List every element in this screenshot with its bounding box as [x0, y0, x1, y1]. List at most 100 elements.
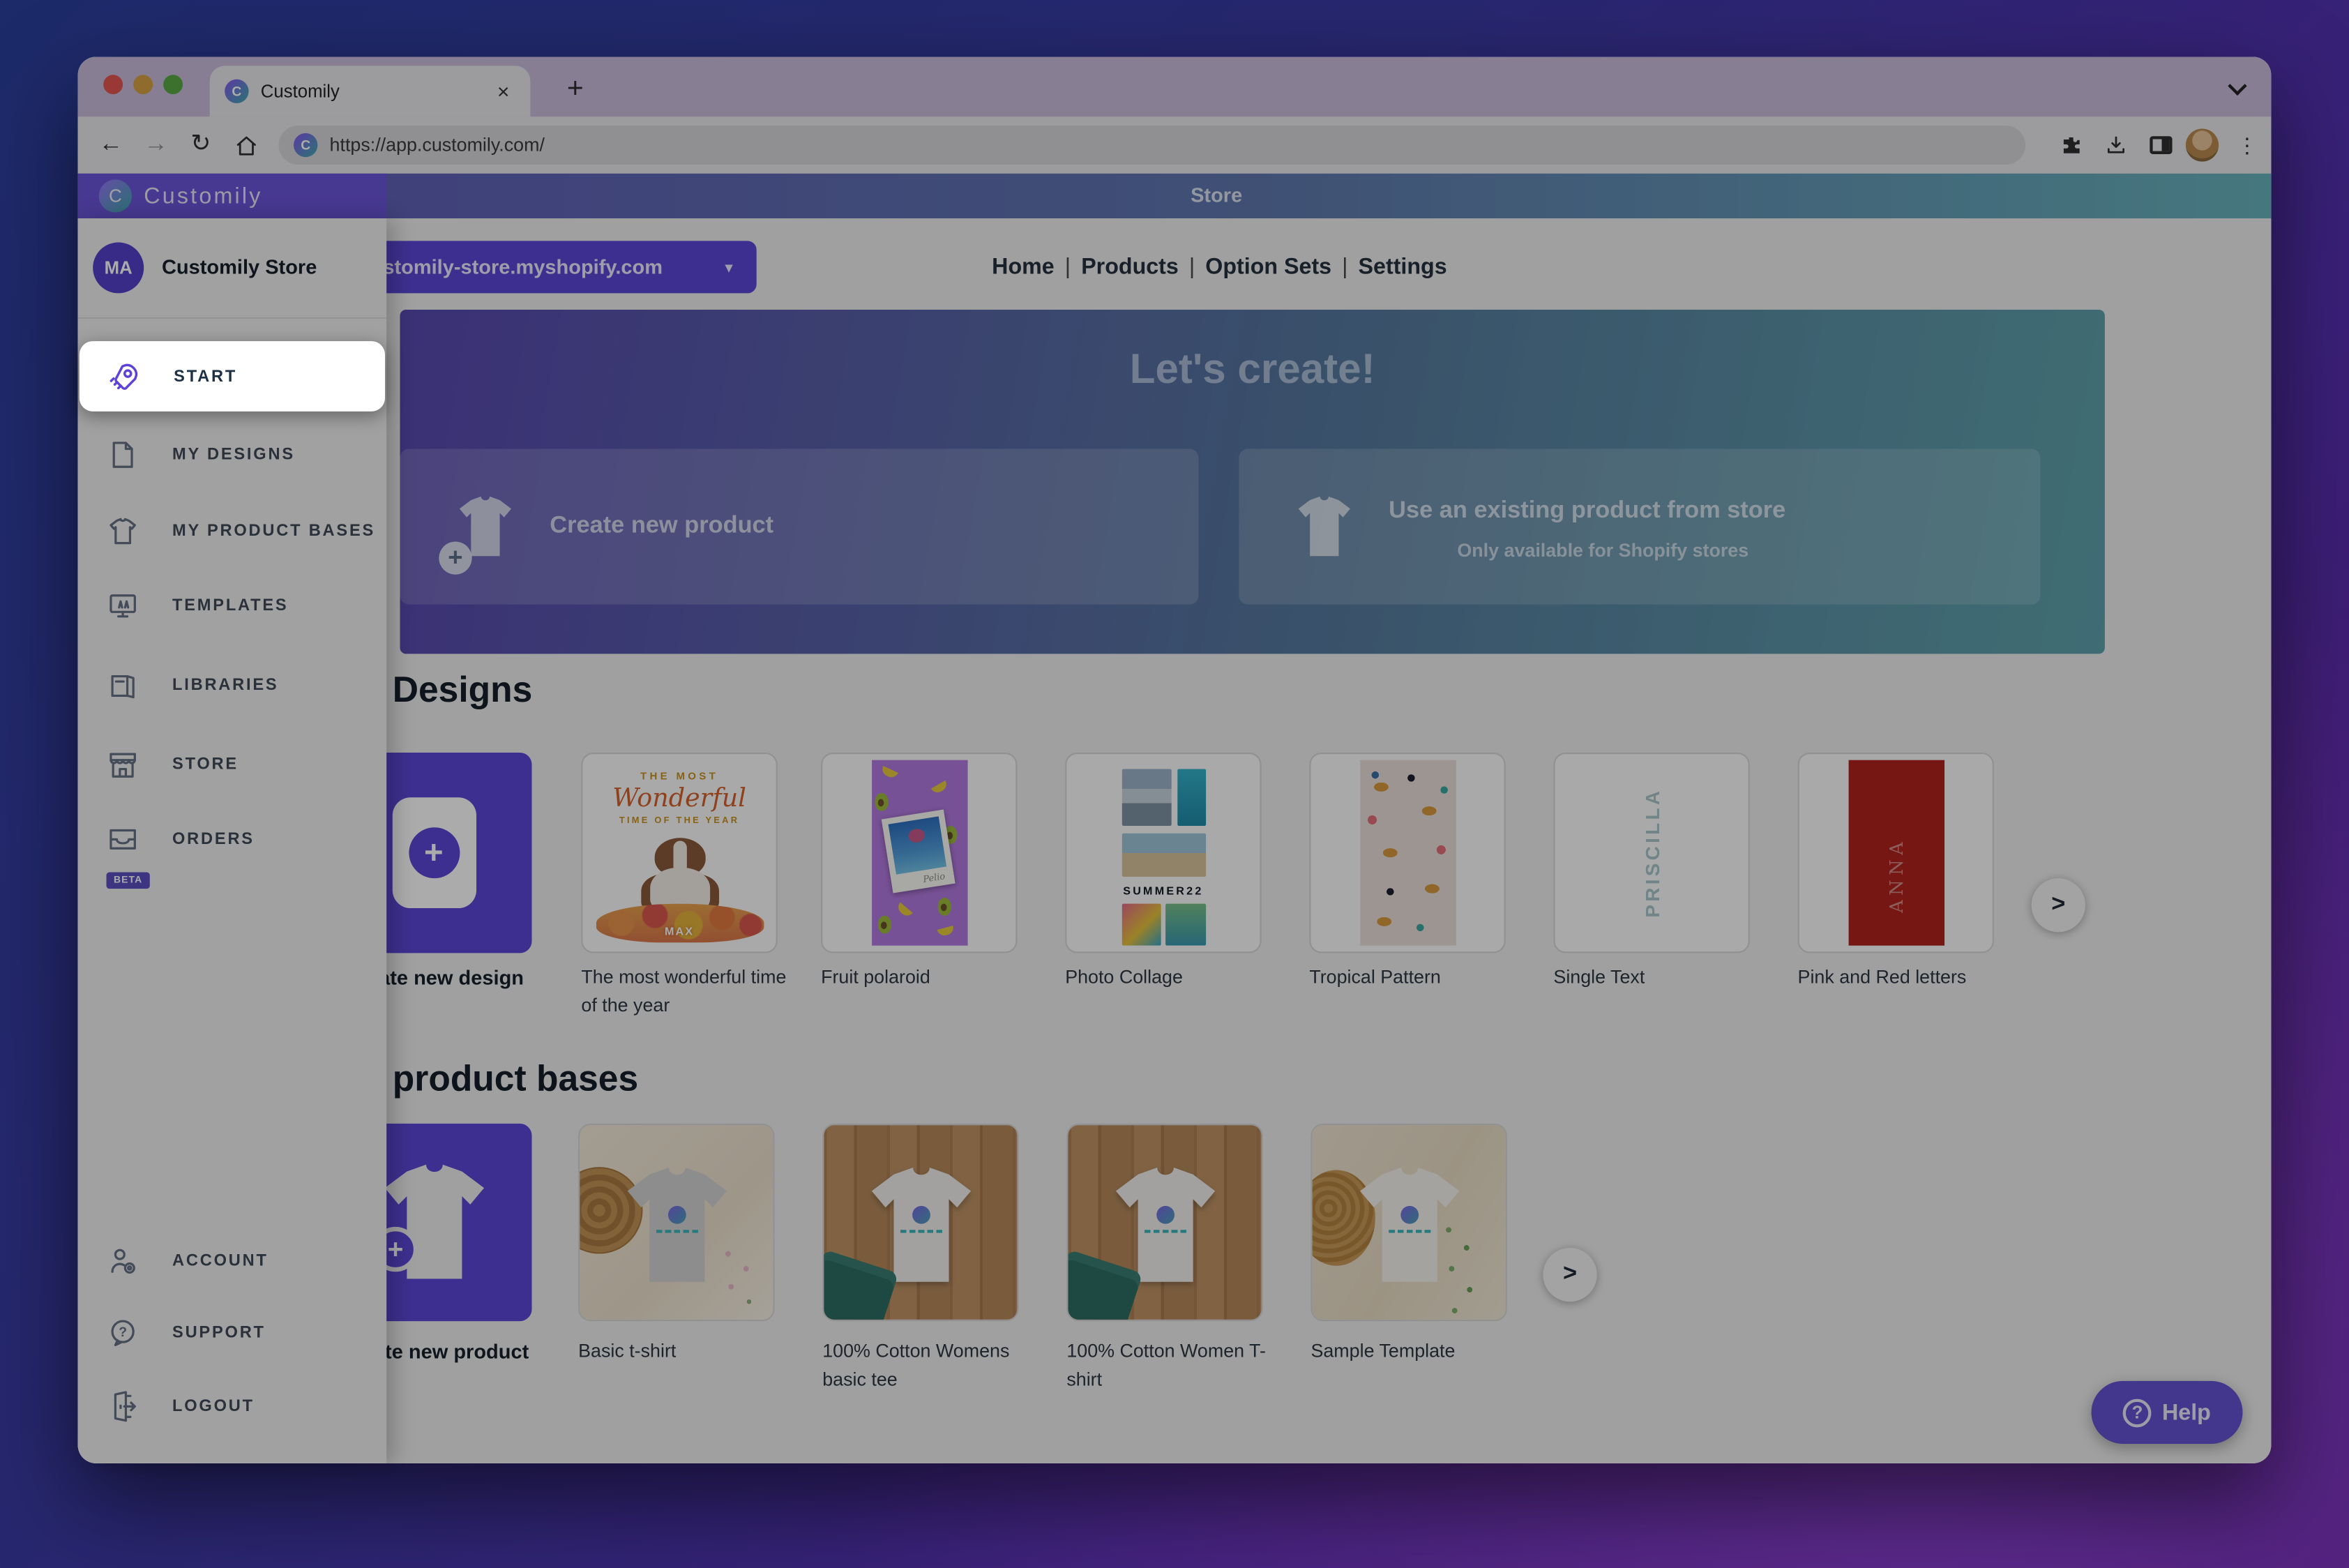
- design-art-text: ANNA: [1885, 838, 1906, 913]
- nav-separator: |: [1342, 255, 1347, 280]
- design-art: ANNA: [1848, 760, 1944, 946]
- orders-beta-badge: BETA: [107, 873, 150, 889]
- sidebar-item-logout[interactable]: LOGOUT: [78, 1376, 386, 1436]
- help-button[interactable]: ? Help: [2092, 1381, 2243, 1444]
- product-photo: [824, 1125, 1017, 1320]
- tab-search-chevron-icon[interactable]: [2228, 77, 2246, 96]
- design-card[interactable]: Pelio: [821, 753, 1017, 953]
- sidebar-item-account[interactable]: ACCOUNT: [78, 1231, 386, 1291]
- use-existing-product-card[interactable]: Use an existing product from store Only …: [1239, 449, 2040, 605]
- plus-icon: +: [439, 542, 471, 575]
- logout-door-icon: [105, 1389, 141, 1424]
- sidebar-item-label: ACCOUNT: [172, 1252, 269, 1270]
- design-art-text: MAX: [583, 925, 776, 938]
- banner-title: Let's create!: [400, 346, 2105, 394]
- url-text: https://app.customily.com/: [330, 135, 545, 156]
- sidebar-item-label: SUPPORT: [172, 1324, 266, 1342]
- plus-icon: +: [408, 827, 459, 878]
- sidebar-item-store[interactable]: STORE: [78, 734, 386, 794]
- home-button[interactable]: [227, 127, 264, 163]
- svg-text:?: ?: [119, 1325, 127, 1340]
- file-icon: [105, 437, 141, 472]
- sidebar-item-libraries[interactable]: LIBRARIES: [78, 656, 386, 716]
- design-art-text: SUMMER22: [1115, 884, 1211, 898]
- sidebar-item-label: TEMPLATES: [172, 597, 288, 615]
- sidebar-item-support[interactable]: ? SUPPORT: [78, 1303, 386, 1363]
- inbox-icon: [105, 822, 141, 857]
- product-base-card[interactable]: [1066, 1124, 1262, 1321]
- browser-tab[interactable]: C Customily ×: [210, 66, 531, 116]
- nav-home[interactable]: Home: [992, 255, 1055, 280]
- design-name: Pink and Red letters: [1798, 963, 2020, 993]
- create-new-product-card[interactable]: + Create new product: [400, 449, 1199, 605]
- nav-settings[interactable]: Settings: [1359, 255, 1447, 280]
- design-card[interactable]: PRISCILLA: [1553, 753, 1749, 953]
- design-art-text: Pelio: [890, 871, 945, 890]
- product-photo: [1068, 1125, 1261, 1320]
- design-art-text: TIME OF THE YEAR: [583, 817, 776, 826]
- help-label: Help: [2162, 1400, 2211, 1425]
- sidebar-item-label: LIBRARIES: [172, 677, 278, 695]
- designs-next-arrow-button[interactable]: >: [2032, 878, 2085, 932]
- sidebar-item-orders[interactable]: ORDERS: [78, 809, 386, 869]
- design-card[interactable]: SUMMER22: [1065, 753, 1261, 953]
- banner-card-sublabel: Only available for Shopify stores: [1389, 540, 1817, 561]
- account-gear-icon: [105, 1244, 141, 1279]
- browser-window: C Customily × + ← → ↻ C https://app.cust…: [78, 57, 2272, 1463]
- banner-card-label: Use an existing product from store: [1389, 498, 1785, 525]
- sidebar-item-my-product-bases[interactable]: MY PRODUCT BASES: [78, 502, 386, 561]
- design-art: [1359, 760, 1455, 946]
- nav-option-sets[interactable]: Option Sets: [1205, 255, 1331, 280]
- browser-toolbar: ← → ↻ C https://app.customily.com/: [78, 116, 2272, 174]
- storefront-icon: [105, 746, 141, 782]
- product-bases-next-arrow-button[interactable]: >: [1543, 1248, 1596, 1302]
- desktop-background: C Customily × + ← → ↻ C https://app.cust…: [0, 0, 2349, 1568]
- product-base-name: Sample Template: [1311, 1338, 1532, 1367]
- nav-separator: |: [1065, 255, 1071, 280]
- tab-favicon-icon: C: [225, 80, 248, 103]
- downloads-icon[interactable]: [2097, 127, 2133, 163]
- app-sidebar: MA Customily Store START MY DESIGNS MY: [78, 218, 386, 1463]
- product-base-card[interactable]: [1311, 1124, 1506, 1321]
- design-card[interactable]: ANNA: [1798, 753, 1994, 953]
- sidebar-store-name: Customily Store: [162, 256, 317, 278]
- address-bar[interactable]: C https://app.customily.com/: [279, 126, 2026, 165]
- back-button[interactable]: ←: [93, 127, 129, 163]
- store-avatar: MA: [93, 242, 144, 293]
- print-area-logo: [1156, 1205, 1174, 1223]
- design-card[interactable]: [1309, 753, 1505, 953]
- divider: [78, 317, 386, 319]
- profile-avatar[interactable]: [2184, 127, 2221, 163]
- product-base-name: 100% Cotton Womens basic tee: [822, 1338, 1032, 1396]
- extensions-icon[interactable]: [2053, 127, 2089, 163]
- product-base-card[interactable]: [822, 1124, 1018, 1321]
- product-photo: [1313, 1125, 1506, 1320]
- nav-products[interactable]: Products: [1081, 255, 1179, 280]
- design-name: Tropical Pattern: [1309, 963, 1531, 993]
- print-area-logo: [912, 1205, 930, 1223]
- tshirt-icon: [1288, 488, 1360, 566]
- print-area-logo: [667, 1205, 686, 1223]
- tab-close-icon[interactable]: ×: [492, 80, 515, 103]
- forward-button: →: [138, 127, 174, 163]
- sidebar-item-label: ORDERS: [172, 830, 255, 848]
- side-panel-icon[interactable]: [2143, 127, 2179, 163]
- product-base-card[interactable]: [578, 1124, 774, 1321]
- product-base-name: 100% Cotton Women T-shirt: [1066, 1338, 1291, 1396]
- customily-logo-icon: C: [99, 179, 132, 212]
- design-name: Single Text: [1553, 963, 1775, 993]
- design-card[interactable]: THE MOST Wonderful TIME OF THE YEAR MAX: [581, 753, 777, 953]
- design-art-text: PRISCILLA: [1640, 788, 1663, 918]
- sidebar-item-label: MY PRODUCT BASES: [172, 522, 375, 541]
- sidebar-item-start[interactable]: START: [80, 341, 385, 412]
- window-zoom-button[interactable]: [163, 75, 183, 94]
- sidebar-item-templates[interactable]: TEMPLATES: [78, 576, 386, 636]
- reload-button[interactable]: ↻: [183, 127, 219, 163]
- question-bubble-icon: ?: [105, 1315, 141, 1350]
- browser-menu-icon[interactable]: ⋮: [2229, 127, 2265, 163]
- sidebar-item-my-designs[interactable]: MY DESIGNS: [78, 425, 386, 485]
- new-design-icon: +: [392, 797, 476, 908]
- window-close-button[interactable]: [103, 75, 123, 94]
- new-tab-button[interactable]: +: [554, 69, 596, 111]
- window-minimize-button[interactable]: [133, 75, 153, 94]
